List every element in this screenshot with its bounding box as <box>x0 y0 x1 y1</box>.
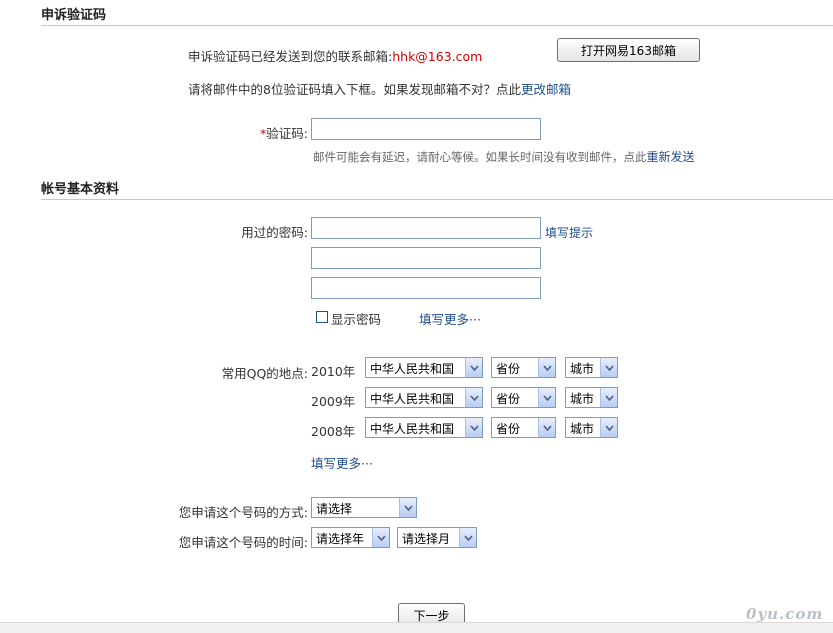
chevron-down-icon <box>538 388 555 407</box>
chevron-down-icon <box>465 418 482 437</box>
section-divider <box>41 25 833 26</box>
province-select-value: 省份 <box>496 392 521 406</box>
country-select-value: 中华人民共和国 <box>370 392 455 406</box>
delay-hint-text: 邮件可能会有延迟，请耐心等候。如果长时间没有收到邮件，点此 <box>313 150 647 164</box>
city-select-value: 城市 <box>570 392 595 406</box>
country-select-2008[interactable]: 中华人民共和国 <box>365 417 483 438</box>
chevron-down-icon <box>600 418 617 437</box>
password-input-1[interactable] <box>311 217 541 239</box>
instruction-text: 请将邮件中的8位验证码填入下框。如果发现邮箱不对？点此 <box>188 82 521 97</box>
password-input-2[interactable] <box>311 247 541 269</box>
chevron-down-icon <box>459 528 476 547</box>
chevron-down-icon <box>538 358 555 377</box>
show-password-checkbox[interactable] <box>316 311 328 323</box>
province-select-2009[interactable]: 省份 <box>491 387 556 408</box>
delay-hint: 邮件可能会有延迟，请耐心等候。如果长时间没有收到邮件，点此重新发送 <box>313 148 695 165</box>
show-password-label[interactable]: 显示密码 <box>331 309 381 328</box>
apply-time-label: 您申请这个号码的时间: <box>178 535 308 550</box>
watermark-logo: 0yu.com <box>746 605 824 623</box>
country-select-value: 中华人民共和国 <box>370 362 455 376</box>
city-select-value: 城市 <box>570 362 595 376</box>
password-hint-link[interactable]: 填写提示 <box>545 224 593 241</box>
password-label: 用过的密码: <box>241 225 308 240</box>
code-label-text: 验证码: <box>266 126 308 141</box>
apply-method-select[interactable]: 请选择 <box>311 497 417 518</box>
country-select-2009[interactable]: 中华人民共和国 <box>365 387 483 408</box>
chevron-down-icon <box>465 388 482 407</box>
city-select-value: 城市 <box>570 422 595 436</box>
apply-year-select[interactable]: 请选择年 <box>311 527 390 548</box>
city-select-2009[interactable]: 城市 <box>565 387 618 408</box>
province-select-value: 省份 <box>496 422 521 436</box>
country-select-value: 中华人民共和国 <box>370 422 455 436</box>
city-select-2010[interactable]: 城市 <box>565 357 618 378</box>
bottom-bar <box>0 622 833 633</box>
apply-month-value: 请选择月 <box>402 532 451 546</box>
country-select-2010[interactable]: 中华人民共和国 <box>365 357 483 378</box>
chevron-down-icon <box>399 498 416 517</box>
verification-code-input[interactable] <box>311 118 541 140</box>
section-divider-2 <box>41 199 833 200</box>
province-select-2008[interactable]: 省份 <box>491 417 556 438</box>
chevron-down-icon <box>538 418 555 437</box>
chevron-down-icon <box>600 358 617 377</box>
apply-method-label: 您申请这个号码的方式: <box>178 505 308 520</box>
chevron-down-icon <box>465 358 482 377</box>
change-email-link[interactable]: 更改邮箱 <box>521 82 571 97</box>
location-year-2009: 2009年 <box>311 394 356 409</box>
location-year-2008: 2008年 <box>311 424 356 439</box>
sent-text: 申诉验证码已经发送到您的联系邮箱: <box>188 49 393 64</box>
city-select-2008[interactable]: 城市 <box>565 417 618 438</box>
province-select-value: 省份 <box>496 362 521 376</box>
contact-email: hhk@163.com <box>392 49 483 64</box>
resend-link[interactable]: 重新发送 <box>647 150 695 164</box>
password-fill-more-link[interactable]: 填写更多··· <box>419 309 481 328</box>
location-year-2010: 2010年 <box>311 364 356 379</box>
instruction: 请将邮件中的8位验证码填入下框。如果发现邮箱不对？点此更改邮箱 <box>188 79 571 98</box>
chevron-down-icon <box>372 528 389 547</box>
apply-method-value: 请选择 <box>316 502 353 516</box>
apply-year-value: 请选择年 <box>316 532 365 546</box>
section-title-appeal-code: 申诉验证码 <box>41 8 107 23</box>
apply-month-select[interactable]: 请选择月 <box>397 527 477 548</box>
section-title-account-info: 帐号基本资料 <box>41 182 120 197</box>
password-input-3[interactable] <box>311 277 541 299</box>
open-163-mail-button[interactable]: 打开网易163邮箱 <box>557 38 700 62</box>
verification-code-label: *验证码: <box>200 123 308 142</box>
location-fill-more-link[interactable]: 填写更多··· <box>311 453 373 472</box>
province-select-2010[interactable]: 省份 <box>491 357 556 378</box>
location-label: 常用QQ的地点: <box>221 366 308 381</box>
chevron-down-icon <box>600 388 617 407</box>
sent-notice: 申诉验证码已经发送到您的联系邮箱:hhk@163.com <box>188 46 482 65</box>
